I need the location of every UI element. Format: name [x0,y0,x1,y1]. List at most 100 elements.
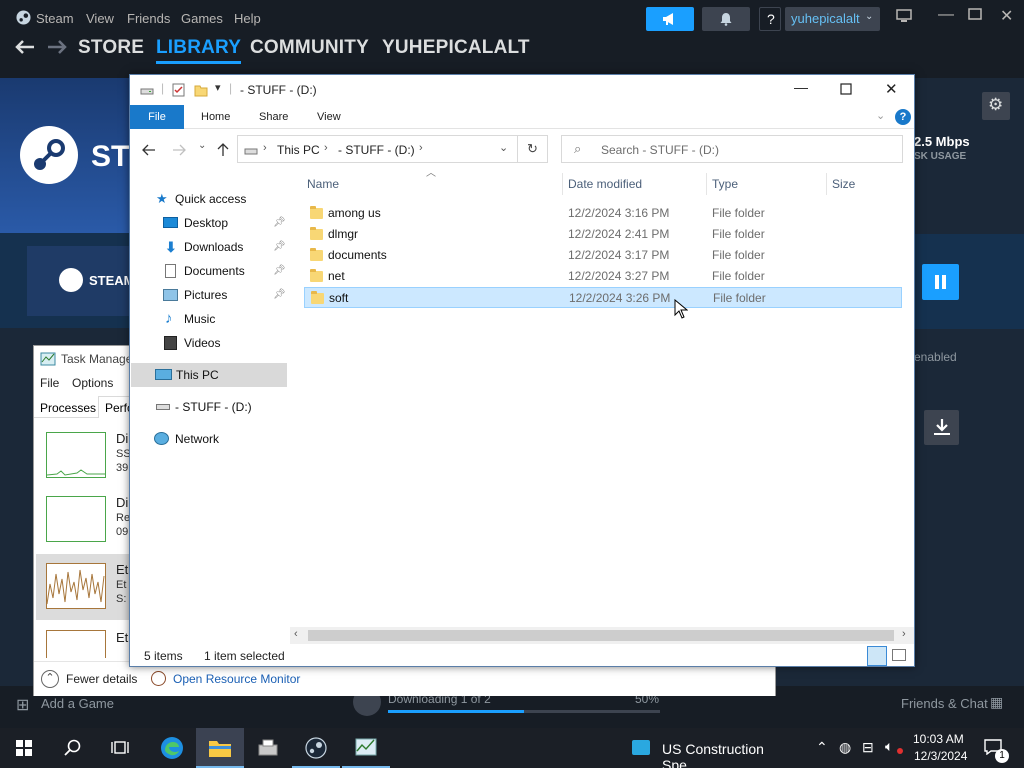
nav-this-pc[interactable]: This PC [131,363,287,387]
nav-library[interactable]: LIBRARY [156,37,242,64]
download-button[interactable] [924,410,959,445]
tray-volume-muted-icon[interactable]: 🔈︎ [885,738,893,755]
tm-item-disk1[interactable]: Di Re 09 [34,495,130,554]
scrollbar-thumb[interactable] [308,630,894,641]
tm-item-ethernet1[interactable]: Et [34,628,130,658]
fewer-details-button[interactable]: Fewer details [66,672,137,686]
column-header-date[interactable]: Date modified [568,171,642,197]
open-resource-monitor-link[interactable]: Open Resource Monitor [173,672,300,686]
app-button[interactable] [244,728,292,768]
add-game-button[interactable]: Add a Game [41,696,114,711]
active-app-button[interactable]: US Construction Spe... [624,728,804,768]
steam-taskbar-button[interactable] [292,728,340,768]
notifications-button[interactable] [702,7,750,31]
file-row[interactable]: among us 12/2/2024 3:16 PM File folder [304,203,902,224]
nav-profile[interactable]: YUHEPICALALT [382,37,530,59]
column-header-size[interactable]: Size [832,171,855,197]
search-box[interactable]: ⌕ Search - STUFF - (D:) [561,135,903,163]
nav-drive[interactable]: - STUFF - (D:) [130,395,290,419]
refresh-button[interactable]: ↻ [518,135,548,163]
nav-community[interactable]: COMMUNITY [250,37,369,59]
back-arrow-icon[interactable] [142,144,156,156]
address-bar[interactable]: › This PC › - STUFF - (D:) › ⌄ [237,135,518,163]
file-row[interactable]: documents 12/2/2024 3:17 PM File folder [304,245,902,266]
settings-button[interactable]: ⚙ [982,92,1010,120]
large-icons-view-icon[interactable] [892,649,906,661]
nav-music[interactable]: ♪ Music [130,307,290,331]
minimize-icon[interactable]: — [938,6,954,24]
file-explorer-button[interactable] [196,728,244,768]
friends-grid-icon[interactable]: ▦ [990,694,1003,711]
maximize-icon[interactable] [968,8,982,23]
file-row-selected[interactable]: soft 12/2/2024 3:26 PM File folder [304,287,902,308]
nav-quick-access[interactable]: ★ Quick access [130,187,290,211]
maximize-icon[interactable] [840,83,852,98]
help-icon[interactable]: ? [895,109,911,125]
tab-processes[interactable]: Processes [40,401,96,415]
details-view-icon[interactable] [867,646,887,666]
minimize-icon[interactable]: — [794,79,808,95]
chevron-up-icon[interactable]: ⌃ [41,670,59,688]
big-picture-icon[interactable] [896,9,912,26]
menu-games[interactable]: Games [181,11,223,26]
breadcrumb-drive[interactable]: - STUFF - (D:) [338,143,415,157]
forward-arrow-icon[interactable] [172,144,186,156]
tm-item-disk0[interactable]: Di SS 39 [34,431,131,490]
task-view-button[interactable] [96,728,144,768]
ribbon-tab-view[interactable]: View [317,105,341,129]
notification-center-button[interactable]: 1 [978,728,1022,768]
nav-downloads[interactable]: ⬇ Downloads 📌︎ [130,235,290,259]
pause-button[interactable] [922,264,959,300]
tray-camera-icon[interactable]: ◍ [839,739,851,756]
horizontal-scrollbar[interactable]: ‹ › [290,627,914,644]
close-icon[interactable]: ✕ [885,80,898,98]
file-row[interactable]: dlmgr 12/2/2024 2:41 PM File folder [304,224,902,245]
forward-arrow-icon[interactable] [46,39,68,55]
nav-store[interactable]: STORE [78,37,144,59]
column-header-type[interactable]: Type [712,171,738,197]
menu-view[interactable]: View [86,11,114,26]
tray-chevron-up-icon[interactable]: ⌃ [816,739,828,756]
help-button[interactable]: ? [759,7,781,31]
friends-chat-button[interactable]: Friends & Chat [901,696,988,711]
ribbon-tab-home[interactable]: Home [201,105,230,129]
tm-menu-options[interactable]: Options [72,376,113,390]
search-button[interactable] [48,728,96,768]
nav-documents[interactable]: Documents 📌︎ [130,259,290,283]
expand-ribbon-icon[interactable]: ⌄ [876,109,885,122]
recent-locations-icon[interactable]: ⌄ [198,140,206,151]
steam-logo-icon[interactable] [16,10,31,28]
start-button[interactable] [0,728,48,768]
nav-network[interactable]: Network [130,427,290,451]
announcements-button[interactable] [646,7,694,31]
plus-icon[interactable]: ⊞ [16,695,29,715]
breadcrumb-this-pc[interactable]: This PC [277,143,320,157]
address-dropdown-icon[interactable]: ⌄ [499,141,508,154]
up-arrow-icon[interactable] [217,143,229,157]
menu-friends[interactable]: Friends [127,11,170,26]
task-manager-taskbar-button[interactable] [342,728,390,768]
ribbon-tab-share[interactable]: Share [259,105,288,129]
menu-help[interactable]: Help [234,11,261,26]
ribbon-tab-file[interactable]: File [130,105,184,129]
customize-toolbar-icon[interactable]: ▾ [215,81,221,94]
menu-steam[interactable]: Steam [36,11,74,26]
close-icon[interactable]: ✕ [1000,6,1013,26]
account-menu[interactable]: yuhepicalalt ⌄ [785,7,880,31]
file-row[interactable]: net 12/2/2024 3:27 PM File folder [304,266,902,287]
scroll-right-icon[interactable]: › [902,628,906,640]
clock-time[interactable]: 10:03 AM [913,732,964,746]
edge-button[interactable] [148,728,196,768]
nav-pictures[interactable]: Pictures 📌︎ [130,283,290,307]
column-header-name[interactable]: Name [307,171,339,197]
steam-game-tile[interactable]: STEAM [27,246,135,316]
tm-item-ethernet0[interactable]: Et Et S: [36,554,130,620]
tray-network-icon[interactable]: ⊟ [862,739,874,756]
nav-desktop[interactable]: Desktop 📌︎ [130,211,290,235]
back-arrow-icon[interactable] [14,39,36,55]
nav-videos[interactable]: Videos [130,331,290,355]
clock-date[interactable]: 12/3/2024 [914,749,967,763]
new-folder-icon[interactable] [194,83,208,100]
scroll-left-icon[interactable]: ‹ [294,628,298,640]
tm-menu-file[interactable]: File [40,376,59,390]
